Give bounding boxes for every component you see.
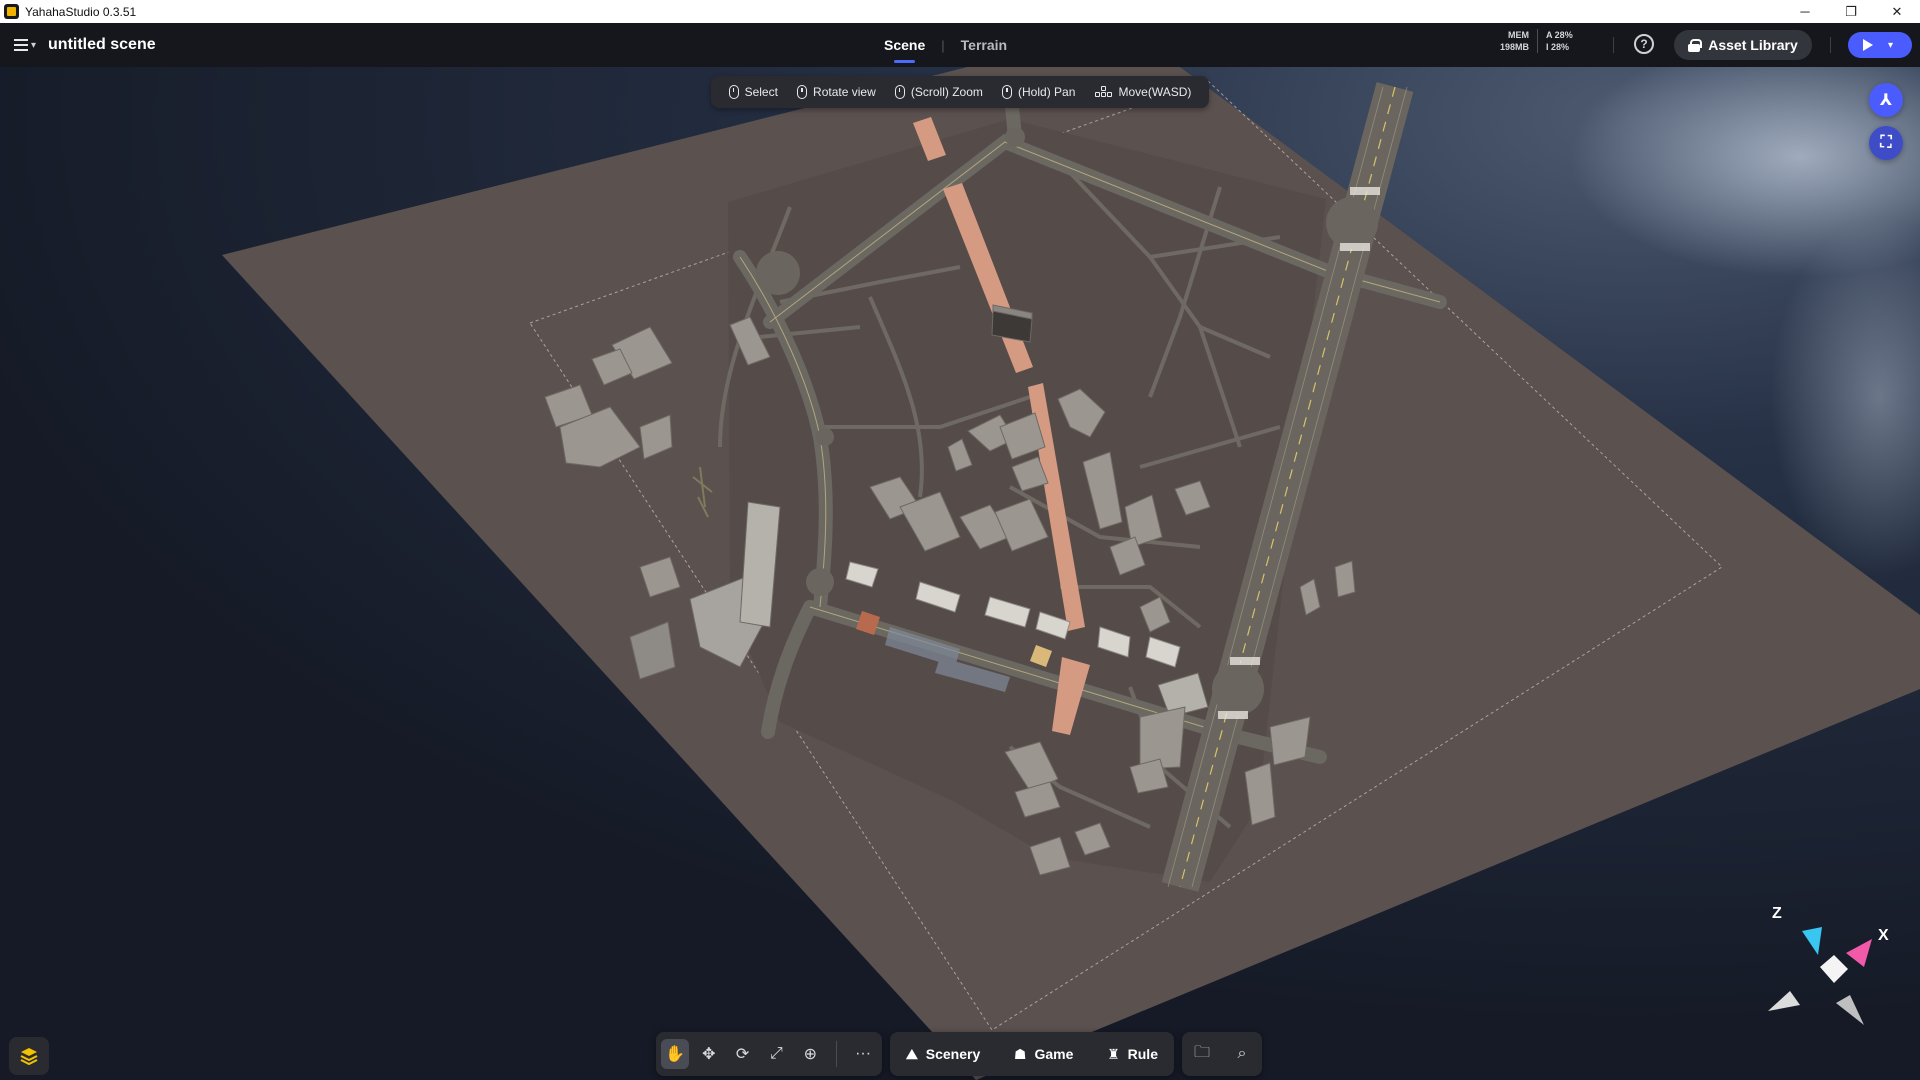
wasd-keys-icon <box>1094 86 1113 98</box>
mouse-right-icon <box>797 85 808 99</box>
asset-library-button[interactable]: Asset Library <box>1674 30 1812 60</box>
hamburger-icon <box>14 39 28 51</box>
play-button[interactable] <box>1848 32 1888 58</box>
rule-label: Rule <box>1127 1046 1158 1062</box>
scenery-label: Scenery <box>925 1046 981 1062</box>
mouse-middle-icon <box>1002 85 1013 99</box>
rotate-icon: ⟳ <box>735 1046 750 1063</box>
robot-icon: ☗ <box>1013 1045 1027 1062</box>
app-logo-icon <box>4 4 19 19</box>
scenery-button[interactable]: ⛰ Scenery <box>894 1032 992 1076</box>
camera-view-button[interactable]: ⅄ <box>1869 83 1903 117</box>
rocket-icon: ♜ <box>1107 1045 1120 1062</box>
header-divider <box>1830 37 1831 53</box>
snap-tool-button[interactable]: ⊕ <box>796 1039 824 1069</box>
scene-render <box>0 67 1920 1080</box>
folder-icon: 🗀 <box>1193 1043 1210 1061</box>
performance-stats: MEM 198MB A 28% I 28% <box>1500 29 1573 53</box>
chevron-down-icon: ▾ <box>31 39 37 51</box>
window-titlebar: YahahaStudio 0.3.51 ─ ❐ ✕ <box>0 0 1920 23</box>
app-header: ▾ untitled scene Scene | Terrain MEM 198… <box>0 23 1920 67</box>
play-control: ▾ <box>1848 32 1912 58</box>
game-label: Game <box>1034 1046 1074 1062</box>
axis-gizmo-graphic <box>1768 927 1872 1025</box>
header-divider <box>1613 37 1614 53</box>
main-menu-button[interactable]: ▾ <box>14 39 36 51</box>
a-label: A 28% <box>1546 30 1573 40</box>
transform-toolbar: ✋ ✥ ⟳ ⤢ ⊕ ··· <box>656 1032 882 1076</box>
tab-scene[interactable]: Scene <box>880 23 929 67</box>
scene-title: untitled scene <box>48 36 156 53</box>
hint-move-label: Move(WASD) <box>1118 85 1192 99</box>
layers-icon <box>20 1048 38 1066</box>
frame-focus-icon: ⛶ <box>1880 134 1892 151</box>
move-tool-button[interactable]: ✥ <box>695 1039 723 1069</box>
folder-button[interactable]: 🗀 <box>1187 1039 1217 1069</box>
i-label: I 28% <box>1546 42 1570 52</box>
hand-tool-button[interactable]: ✋ <box>661 1039 689 1069</box>
more-tools-button[interactable]: ··· <box>849 1039 877 1069</box>
play-icon <box>1863 39 1873 51</box>
load-stat: A 28% I 28% <box>1537 29 1573 53</box>
hint-zoom: (Scroll) Zoom <box>894 85 983 99</box>
move-arrows-icon: ✥ <box>702 1046 716 1063</box>
hint-pan: (Hold) Pan <box>1002 85 1075 99</box>
gizmo-x-label: X <box>1878 927 1889 944</box>
orientation-gizmo[interactable]: Z X <box>1760 905 1900 1035</box>
mouse-scroll-icon <box>894 85 905 99</box>
layers-button[interactable] <box>9 1037 49 1075</box>
window-controls: ─ ❐ ✕ <box>1782 0 1920 23</box>
maximize-button[interactable]: ❐ <box>1828 0 1874 23</box>
hint-select: Select <box>728 85 778 99</box>
mem-value: 198MB <box>1500 42 1530 52</box>
search-icon: ⌕ <box>1237 1045 1247 1062</box>
axis-view-icon: ⅄ <box>1879 92 1893 109</box>
gizmo-z-label: Z <box>1772 905 1782 922</box>
focus-view-button[interactable]: ⛶ <box>1869 126 1903 160</box>
window-title: YahahaStudio 0.3.51 <box>25 4 137 19</box>
scene-viewport[interactable]: Select Rotate view (Scroll) Zoom (Hold) … <box>0 67 1920 1080</box>
play-options-chevron-icon[interactable]: ▾ <box>1888 40 1893 51</box>
search-button[interactable]: ⌕ <box>1227 1039 1257 1069</box>
mode-toolbar: ⛰ Scenery ☗ Game ♜ Rule <box>890 1032 1174 1076</box>
mouse-left-icon <box>728 85 739 99</box>
rule-button[interactable]: ♜ Rule <box>1095 1032 1170 1076</box>
memory-stat: MEM 198MB <box>1500 29 1529 53</box>
hand-icon: ✋ <box>664 1046 685 1063</box>
tab-terrain[interactable]: Terrain <box>957 23 1011 67</box>
hint-zoom-label: (Scroll) Zoom <box>910 85 983 99</box>
editor-tabs: Scene | Terrain <box>880 23 1011 67</box>
hint-move: Move(WASD) <box>1094 85 1192 99</box>
hint-rotate-label: Rotate view <box>813 85 876 99</box>
lock-icon <box>1688 38 1703 52</box>
game-button[interactable]: ☗ Game <box>1002 1032 1085 1076</box>
tab-separator: | <box>941 37 945 53</box>
help-icon[interactable]: ? <box>1634 34 1654 54</box>
navigation-hints: Select Rotate view (Scroll) Zoom (Hold) … <box>711 76 1209 108</box>
asset-library-label: Asset Library <box>1708 37 1798 53</box>
rotate-tool-button[interactable]: ⟳ <box>729 1039 757 1069</box>
minimize-button[interactable]: ─ <box>1782 0 1828 23</box>
utility-toolbar: 🗀 ⌕ <box>1182 1032 1262 1076</box>
close-button[interactable]: ✕ <box>1874 0 1920 23</box>
hint-select-label: Select <box>744 85 778 99</box>
crosshair-icon: ⊕ <box>803 1046 817 1063</box>
toolbar-divider <box>836 1041 838 1067</box>
mountain-icon: ⛰ <box>906 1045 918 1062</box>
mem-label: MEM <box>1508 30 1530 40</box>
hint-pan-label: (Hold) Pan <box>1018 85 1076 99</box>
scale-tool-button[interactable]: ⤢ <box>763 1039 791 1069</box>
hint-rotate: Rotate view <box>797 85 876 99</box>
scale-icon: ⤢ <box>770 1045 783 1062</box>
